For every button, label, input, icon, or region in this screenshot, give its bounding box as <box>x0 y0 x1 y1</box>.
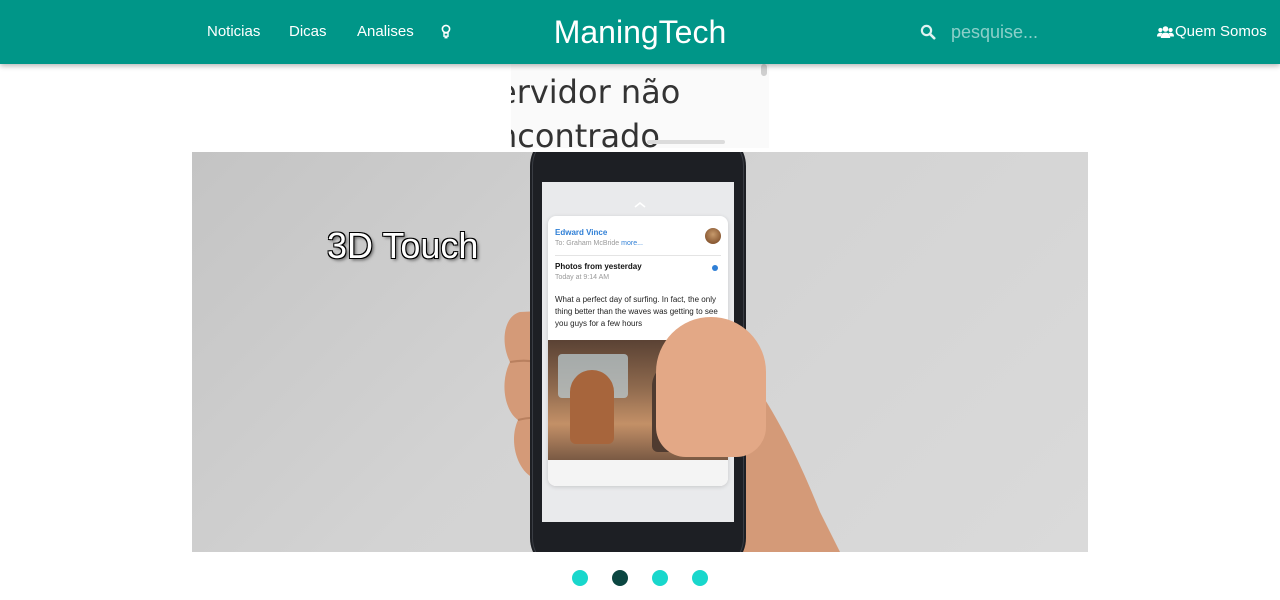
email-sender: Edward Vince <box>555 228 608 237</box>
hero-slider[interactable]: Edward Vince To: Graham McBride more... … <box>192 152 1088 552</box>
avatar <box>705 228 721 244</box>
nav-link-dicas[interactable]: Dicas <box>289 22 327 42</box>
chevron-up-icon <box>634 202 646 208</box>
slider-indicator-3[interactable] <box>652 570 668 586</box>
unread-dot-icon <box>712 265 718 271</box>
embed-scrollbar[interactable] <box>761 64 767 76</box>
slider-indicator-1[interactable] <box>572 570 588 586</box>
users-icon <box>1157 25 1174 39</box>
thumb-illustration <box>656 317 766 457</box>
nav-link-noticias[interactable]: Noticias <box>207 22 260 42</box>
top-navbar: Noticias Dicas Analises ManingTech Q <box>0 0 1280 64</box>
email-recipient-text: To: Graham McBride <box>555 240 620 247</box>
about-us-link[interactable]: Quem Somos <box>1157 22 1267 42</box>
lightbulb-icon[interactable] <box>440 24 452 40</box>
search-input[interactable] <box>946 18 1116 46</box>
email-time: Today at 9:14 AM <box>555 274 610 281</box>
divider <box>555 255 721 256</box>
site-brand[interactable]: ManingTech <box>540 13 740 51</box>
photo-person <box>570 370 614 444</box>
card-footer <box>548 460 728 486</box>
slider-indicator-2[interactable] <box>612 570 628 586</box>
email-subject: Photos from yesterday <box>555 262 642 271</box>
nav-link-analises[interactable]: Analises <box>357 22 414 42</box>
embed-horizontal-scrollbar[interactable] <box>647 140 725 144</box>
email-recipient: To: Graham McBride more... <box>555 240 643 247</box>
about-us-label: Quem Somos <box>1175 23 1267 40</box>
slide-caption: 3D Touch <box>327 225 479 266</box>
search-icon[interactable] <box>920 24 936 40</box>
embedded-frame-error: ervidor não ncontrado <box>511 64 769 148</box>
email-more-link: more... <box>621 240 643 247</box>
slider-indicator-4[interactable] <box>692 570 708 586</box>
embed-error-message: ervidor não ncontrado <box>511 73 681 148</box>
